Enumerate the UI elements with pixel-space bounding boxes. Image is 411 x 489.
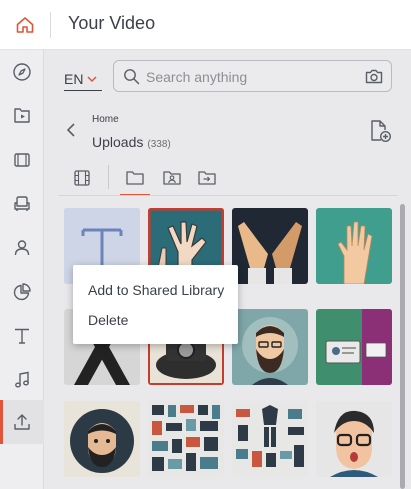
text-icon xyxy=(15,328,29,344)
pie-chart-icon xyxy=(13,283,31,301)
sidebar-item-uploads[interactable] xyxy=(0,400,44,444)
page-title: Your Video xyxy=(68,13,156,33)
camera-icon[interactable] xyxy=(365,68,383,85)
sidebar xyxy=(0,50,44,489)
monitor-image xyxy=(316,309,392,385)
avatar-image xyxy=(232,309,308,385)
tab-folders[interactable] xyxy=(118,162,152,196)
context-menu: Add to Shared Library Delete xyxy=(73,265,238,344)
film-icon xyxy=(14,153,30,167)
objects-image xyxy=(232,401,308,477)
objects-image xyxy=(148,401,224,477)
armchair-icon xyxy=(14,196,30,211)
hand-image xyxy=(316,208,392,284)
film-strip-icon xyxy=(74,170,90,186)
thumbnail-surprised-man[interactable] xyxy=(316,401,392,477)
thumbnail-hand-raised[interactable] xyxy=(316,208,392,284)
avatar-image xyxy=(64,401,140,477)
folder-title: Uploads (338) xyxy=(92,134,171,150)
person-icon xyxy=(14,240,30,256)
tab-shared[interactable] xyxy=(155,162,189,194)
sidebar-item-my-videos[interactable] xyxy=(0,94,44,138)
hands-image xyxy=(232,208,308,284)
sidebar-item-characters[interactable] xyxy=(0,226,44,270)
folder-name: Uploads xyxy=(92,134,144,150)
sidebar-item-scenes[interactable] xyxy=(0,138,44,182)
thumbnail-praying-hands[interactable] xyxy=(232,208,308,284)
search-box xyxy=(113,60,392,92)
tab-imported[interactable] xyxy=(190,162,224,194)
tabs-divider xyxy=(58,195,398,196)
grid-scrollbar[interactable] xyxy=(400,200,405,489)
thumbnail-clothing-items[interactable] xyxy=(232,401,308,477)
language-select[interactable]: EN xyxy=(64,67,102,91)
language-value: EN xyxy=(64,70,84,87)
music-icon xyxy=(15,371,29,388)
video-file-icon xyxy=(14,108,30,123)
thumbnail-office-objects[interactable] xyxy=(148,401,224,477)
add-to-shared-library-item[interactable]: Add to Shared Library xyxy=(73,273,238,307)
chevron-down-icon xyxy=(87,75,97,82)
sidebar-item-text[interactable] xyxy=(0,314,44,358)
search-input[interactable] xyxy=(146,67,346,87)
item-count: (338) xyxy=(147,139,171,150)
home-button[interactable] xyxy=(0,0,50,50)
import-folder-icon xyxy=(198,171,216,185)
tab-divider xyxy=(108,165,109,189)
folder-icon xyxy=(126,171,144,185)
sidebar-item-charts[interactable] xyxy=(0,270,44,314)
tab-media[interactable] xyxy=(65,162,99,194)
back-chevron-icon[interactable] xyxy=(66,123,76,137)
shared-folder-icon xyxy=(163,171,181,185)
search-icon xyxy=(124,69,140,85)
compass-icon xyxy=(13,63,31,81)
top-bar: Your Video xyxy=(0,0,411,50)
thumbnail-monitor-scene[interactable] xyxy=(316,309,392,385)
sidebar-item-explore[interactable] xyxy=(0,50,44,94)
sidebar-item-music[interactable] xyxy=(0,358,44,402)
upload-icon xyxy=(14,414,30,430)
sidebar-item-props[interactable] xyxy=(0,182,44,226)
new-file-icon[interactable] xyxy=(368,119,392,143)
home-icon xyxy=(16,17,34,33)
thumbnail-man-portrait[interactable] xyxy=(64,401,140,477)
media-grid xyxy=(64,208,400,489)
thumbnail-bearded-man[interactable] xyxy=(232,309,308,385)
avatar-image xyxy=(316,401,392,477)
breadcrumb[interactable]: Home xyxy=(92,114,119,125)
title-divider xyxy=(50,12,51,38)
scrollbar-thumb[interactable] xyxy=(400,204,405,489)
delete-item[interactable]: Delete xyxy=(73,303,238,337)
